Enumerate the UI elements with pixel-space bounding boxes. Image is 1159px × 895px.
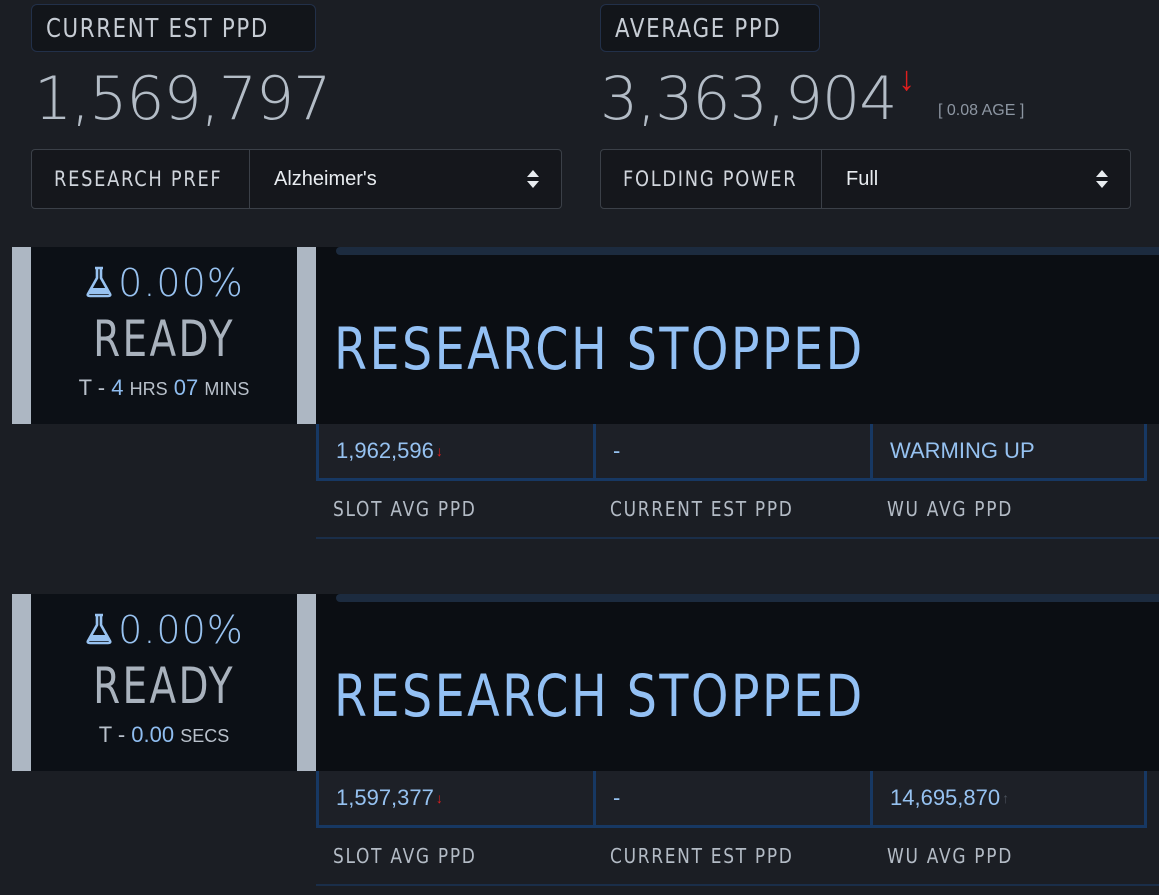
folding-power-value[interactable]: Full: [822, 150, 1130, 208]
arrow-down-icon: ↓: [898, 60, 915, 98]
research-pref-label-text: RESEARCH PREF: [54, 167, 223, 191]
slot-progress-bar: [336, 594, 1159, 602]
arrow-down-icon: ↓: [435, 443, 443, 459]
wu-avg-ppd-label-text: WU AVG PPD: [887, 844, 1013, 868]
timer-hours: 4: [111, 375, 124, 400]
timer-hours-unit: HRS: [129, 379, 168, 399]
slot-status: RESEARCH STOPPED: [334, 662, 865, 730]
average-ppd-value: 3,363,904: [600, 64, 897, 134]
slot-status: RESEARCH STOPPED: [334, 315, 865, 383]
slot-progress: 0.00%: [31, 263, 297, 303]
current-est-ppd-text: -: [613, 785, 621, 810]
current-est-ppd-label: CURRENT EST PPD: [593, 828, 870, 884]
slot-timer: T - 0.00 SECS: [31, 722, 297, 748]
average-age: [ 0.08 AGE ]: [938, 102, 1025, 119]
slot-avg-ppd-label: SLOT AVG PPD: [316, 828, 593, 884]
wu-avg-ppd-text: 14,695,870: [890, 785, 1001, 810]
timer-minutes: 07: [173, 375, 199, 400]
arrow-up-icon: ↑: [1002, 790, 1010, 806]
current-ppd-value: 1,569,797: [34, 64, 331, 134]
slot-state: READY: [93, 310, 235, 368]
wu-avg-ppd-value: 14,695,870 ↑: [870, 771, 1147, 828]
timer-seconds: 0.00: [131, 722, 175, 747]
current-est-ppd-label: CURRENT EST PPD: [593, 481, 870, 537]
research-pref-select[interactable]: RESEARCH PREF Alzheimer's: [31, 149, 562, 209]
folding-power-value-text: Full: [846, 167, 879, 190]
sort-updown-icon: [1096, 170, 1108, 188]
slot-progress: 0.00%: [31, 610, 297, 650]
slot-status-panel: RESEARCH STOPPED: [316, 247, 1159, 424]
slot-stats-row: 1,597,377 ↓ - 14,695,870 ↑: [316, 771, 1159, 828]
folding-power-label: FOLDING POWER: [601, 150, 822, 208]
slot-avg-ppd-value: 1,962,596 ↓: [316, 424, 593, 481]
slot-labels-row: SLOT AVG PPD CURRENT EST PPD WU AVG PPD: [316, 481, 1159, 539]
slot-timer: T - 4 HRS 07 MINS: [31, 375, 297, 401]
research-pref-value[interactable]: Alzheimer's: [250, 150, 561, 208]
slot-avg-ppd-label: SLOT AVG PPD: [316, 481, 593, 537]
wu-avg-ppd-label: WU AVG PPD: [870, 828, 1147, 884]
sort-updown-icon: [527, 170, 539, 188]
wu-avg-ppd-text: WARMING UP: [890, 438, 1035, 463]
slot-state: READY: [93, 657, 235, 715]
folding-power-label-text: FOLDING POWER: [623, 167, 798, 191]
current-est-ppd-label-text: CURRENT EST PPD: [610, 844, 794, 868]
slot-avg-ppd-label-text: SLOT AVG PPD: [333, 844, 477, 868]
slot-avg-ppd-text: 1,962,596: [336, 438, 434, 463]
flask-icon: [86, 266, 112, 298]
current-ppd-label-text: CURRENT EST PPD: [46, 14, 269, 44]
wu-avg-ppd-label: WU AVG PPD: [870, 481, 1147, 537]
average-ppd-label-text: AVERAGE PPD: [615, 14, 782, 44]
timer-prefix: T -: [78, 375, 112, 400]
research-pref-value-text: Alzheimer's: [274, 167, 377, 190]
current-est-ppd-value: -: [593, 771, 870, 828]
timer-seconds-unit: SECS: [180, 726, 230, 746]
current-ppd-label: CURRENT EST PPD: [31, 4, 316, 52]
slot-avg-ppd-value: 1,597,377 ↓: [316, 771, 593, 828]
current-est-ppd-text: -: [613, 438, 621, 463]
wu-avg-ppd-value: WARMING UP: [870, 424, 1147, 481]
timer-minutes-unit: MINS: [204, 379, 250, 399]
folding-power-select[interactable]: FOLDING POWER Full: [600, 149, 1131, 209]
timer-prefix: T -: [98, 722, 132, 747]
current-est-ppd-value: -: [593, 424, 870, 481]
slot-progress-bar: [336, 247, 1159, 255]
wu-avg-ppd-label-text: WU AVG PPD: [887, 497, 1013, 521]
arrow-down-icon: ↓: [435, 790, 443, 806]
slot-labels-row: SLOT AVG PPD CURRENT EST PPD WU AVG PPD: [316, 828, 1159, 886]
research-pref-label: RESEARCH PREF: [32, 150, 250, 208]
slot-progress-value: 0.00%: [118, 261, 244, 305]
slot-status-panel: RESEARCH STOPPED: [316, 594, 1159, 771]
average-ppd-label: AVERAGE PPD: [600, 4, 820, 52]
slot-avg-ppd-label-text: SLOT AVG PPD: [333, 497, 477, 521]
slot-summary-card: 0.00% READY T - 4 HRS 07 MINS: [12, 247, 316, 424]
slot-stats-row: 1,962,596 ↓ - WARMING UP: [316, 424, 1159, 481]
flask-icon: [86, 613, 112, 645]
slot-progress-value: 0.00%: [118, 608, 244, 652]
slot-panel: 0.00% READY T - 4 HRS 07 MINS RESEARCH S…: [0, 247, 1159, 547]
slot-panel: 0.00% READY T - 0.00 SECS RESEARCH STOPP…: [0, 594, 1159, 894]
slot-summary-card: 0.00% READY T - 0.00 SECS: [12, 594, 316, 771]
current-est-ppd-label-text: CURRENT EST PPD: [610, 497, 794, 521]
slot-avg-ppd-text: 1,597,377: [336, 785, 434, 810]
